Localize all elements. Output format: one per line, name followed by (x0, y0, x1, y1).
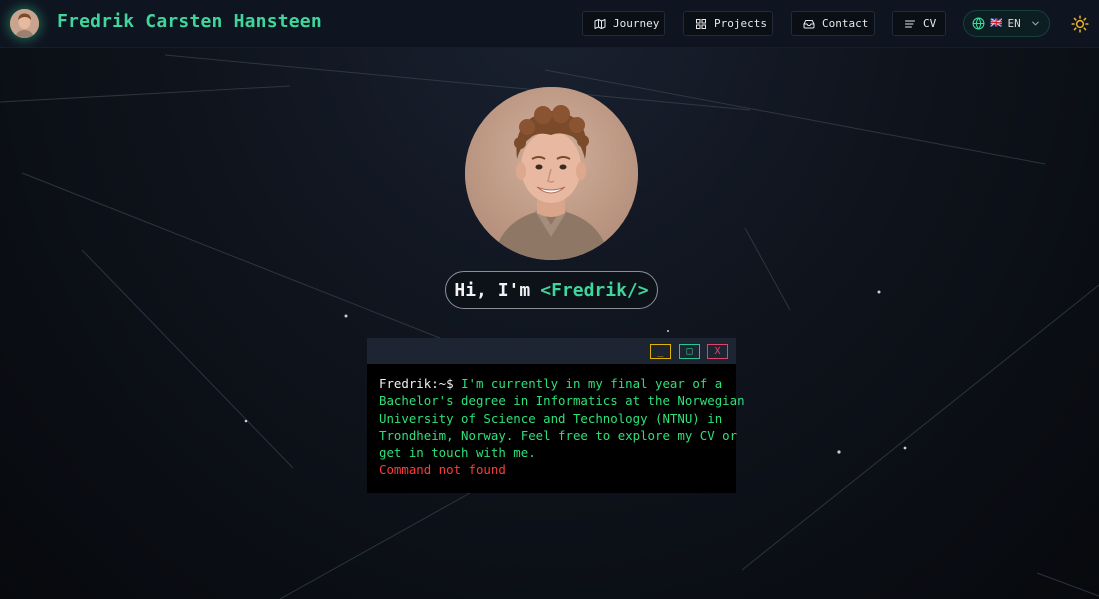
nav-journey-button[interactable]: Journey (582, 11, 665, 36)
greeting-badge: Hi, I'm <Fredrik/> (445, 271, 658, 309)
site-title[interactable]: Fredrik Carsten Hansteen (57, 11, 322, 32)
terminal-message-line: Bachelor's degree in Informatics at the … (379, 393, 745, 409)
terminal-message-line: I'm currently in my final year of a (461, 376, 723, 391)
close-icon: X (714, 346, 721, 357)
maximize-button[interactable]: □ (679, 344, 700, 359)
nav-contact-button[interactable]: Contact (791, 11, 875, 36)
nav-contact-label: Contact (822, 17, 869, 30)
minimize-button[interactable]: _ (650, 344, 671, 359)
sun-icon[interactable] (1071, 15, 1089, 33)
logo-avatar[interactable] (10, 9, 39, 38)
terminal-message-line: University of Science and Technology (NT… (379, 410, 723, 426)
close-button[interactable]: X (707, 344, 728, 359)
nav-projects-label: Projects (714, 17, 767, 30)
greeting-prefix: Hi, I'm (454, 279, 531, 301)
terminal-message-line: get in touch with me. (379, 445, 536, 461)
globe-icon (972, 17, 985, 30)
grid-icon (696, 18, 706, 29)
inbox-icon (803, 19, 815, 28)
terminal-titlebar: _ □ X (367, 338, 736, 364)
language-label: EN (1007, 17, 1021, 30)
top-navbar: Fredrik Carsten Hansteen Journey Project… (0, 0, 1099, 48)
lines-icon (905, 20, 915, 27)
profile-photo (465, 87, 638, 260)
flag-uk-icon: 🇬🇧 (990, 18, 1003, 29)
terminal-prompt: Fredrik:~$ (379, 376, 462, 391)
nav-cv-button[interactable]: CV (892, 11, 946, 36)
nav-projects-button[interactable]: Projects (683, 11, 773, 36)
minimize-icon: _ (657, 346, 664, 357)
maximize-icon: □ (686, 346, 693, 357)
terminal-window: _ □ X Fredrik:~$ I'm currently in my fin… (367, 338, 745, 493)
chevron-down-icon (1031, 21, 1039, 26)
map-icon (594, 18, 606, 29)
terminal-message-line: Trondheim, Norway. Feel free to explore … (379, 427, 738, 443)
nav-journey-label: Journey (613, 17, 660, 30)
terminal-output[interactable]: Fredrik:~$ I'm currently in my final yea… (367, 364, 745, 479)
nav-cv-label: CV (923, 17, 937, 30)
language-selector[interactable]: 🇬🇧 EN (963, 10, 1050, 37)
greeting-name: <Fredrik/> (540, 279, 649, 301)
terminal-error: Command not found (379, 462, 506, 478)
